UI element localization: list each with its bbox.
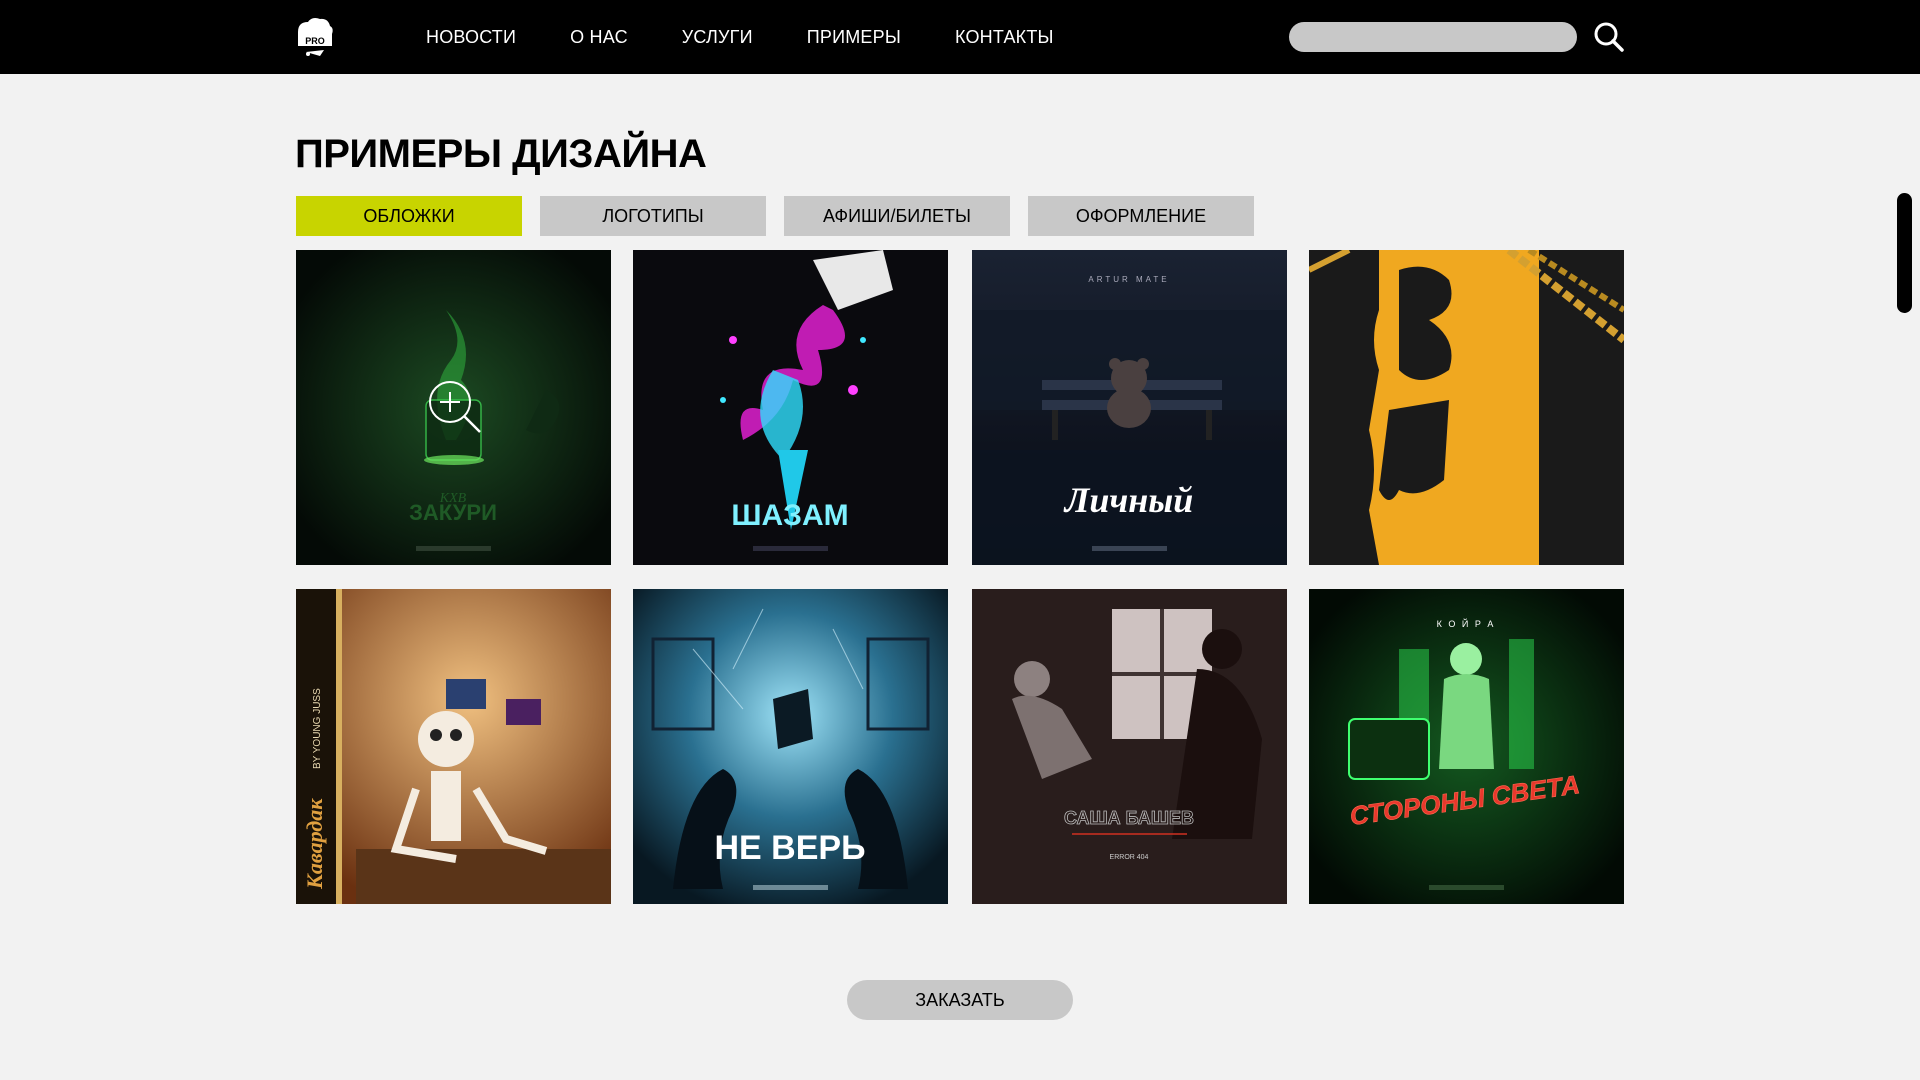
search-icon[interactable] <box>1592 20 1626 54</box>
cover-lichnyi-title: Личный <box>1063 480 1194 520</box>
main-nav: НОВОСТИ О НАС УСЛУГИ ПРИМЕРЫ КОНТАКТЫ <box>426 0 1108 74</box>
site-header: PRO НОВОСТИ О НАС УСЛУГИ ПРИМЕРЫ КОНТАКТ… <box>0 0 1920 74</box>
cover-storony-artist: К О Й Р А <box>1437 618 1496 629</box>
nav-item-examples[interactable]: ПРИМЕРЫ <box>807 27 901 48</box>
cover-sasha-bashev[interactable]: САША БАШЕВ ERROR 404 <box>972 589 1287 904</box>
cover-kavardak-title: Кавардак <box>302 798 327 890</box>
tab-covers[interactable]: ОБЛОЖКИ <box>296 196 522 236</box>
cover-lichnyi[interactable]: ARTUR MATE Личный <box>972 250 1287 565</box>
tab-posters-tickets[interactable]: АФИШИ/БИЛЕТЫ <box>784 196 1010 236</box>
category-tabs: ОБЛОЖКИ ЛОГОТИПЫ АФИШИ/БИЛЕТЫ ОФОРМЛЕНИЕ <box>296 196 1272 236</box>
nav-item-services[interactable]: УСЛУГИ <box>682 27 753 48</box>
cover-kavardak-artist: BY YOUNG JUSS <box>312 688 323 769</box>
tab-design[interactable]: ОФОРМЛЕНИЕ <box>1028 196 1254 236</box>
order-button[interactable]: ЗАКАЗАТЬ <box>847 980 1073 1020</box>
brand-logo-icon[interactable]: PRO <box>294 14 334 60</box>
cover-kavardak[interactable]: Кавардак BY YOUNG JUSS <box>296 589 611 904</box>
cover-zakuri-sub: KXB <box>439 491 467 506</box>
tab-logos[interactable]: ЛОГОТИПЫ <box>540 196 766 236</box>
page-title: ПРИМЕРЫ ДИЗАЙНА <box>295 132 707 176</box>
search-input[interactable] <box>1289 22 1577 52</box>
cover-storony-sveta[interactable]: К О Й Р А СТОРОНЫ СВЕТА <box>1309 589 1624 904</box>
cover-zakuri[interactable]: ЗАКУРИ KXB <box>296 250 611 565</box>
scrollbar-thumb[interactable] <box>1897 193 1912 313</box>
cover-ne-ver-title: НЕ ВЕРЬ <box>714 829 865 867</box>
cover-shazam[interactable]: ШАЗАМ <box>633 250 948 565</box>
nav-item-about[interactable]: О НАС <box>570 27 628 48</box>
cover-ne-ver[interactable]: НЕ ВЕРЬ <box>633 589 948 904</box>
cover-yellow-chains[interactable] <box>1309 250 1624 565</box>
nav-item-news[interactable]: НОВОСТИ <box>426 27 516 48</box>
nav-item-contacts[interactable]: КОНТАКТЫ <box>955 27 1054 48</box>
cover-sasha-title: САША БАШЕВ <box>1064 808 1194 828</box>
cover-lichnyi-artist: ARTUR MATE <box>1088 275 1169 284</box>
cover-shazam-title: ШАЗАМ <box>731 499 848 532</box>
cover-sasha-sub: ERROR 404 <box>1110 854 1149 861</box>
svg-text:PRO: PRO <box>305 36 325 46</box>
